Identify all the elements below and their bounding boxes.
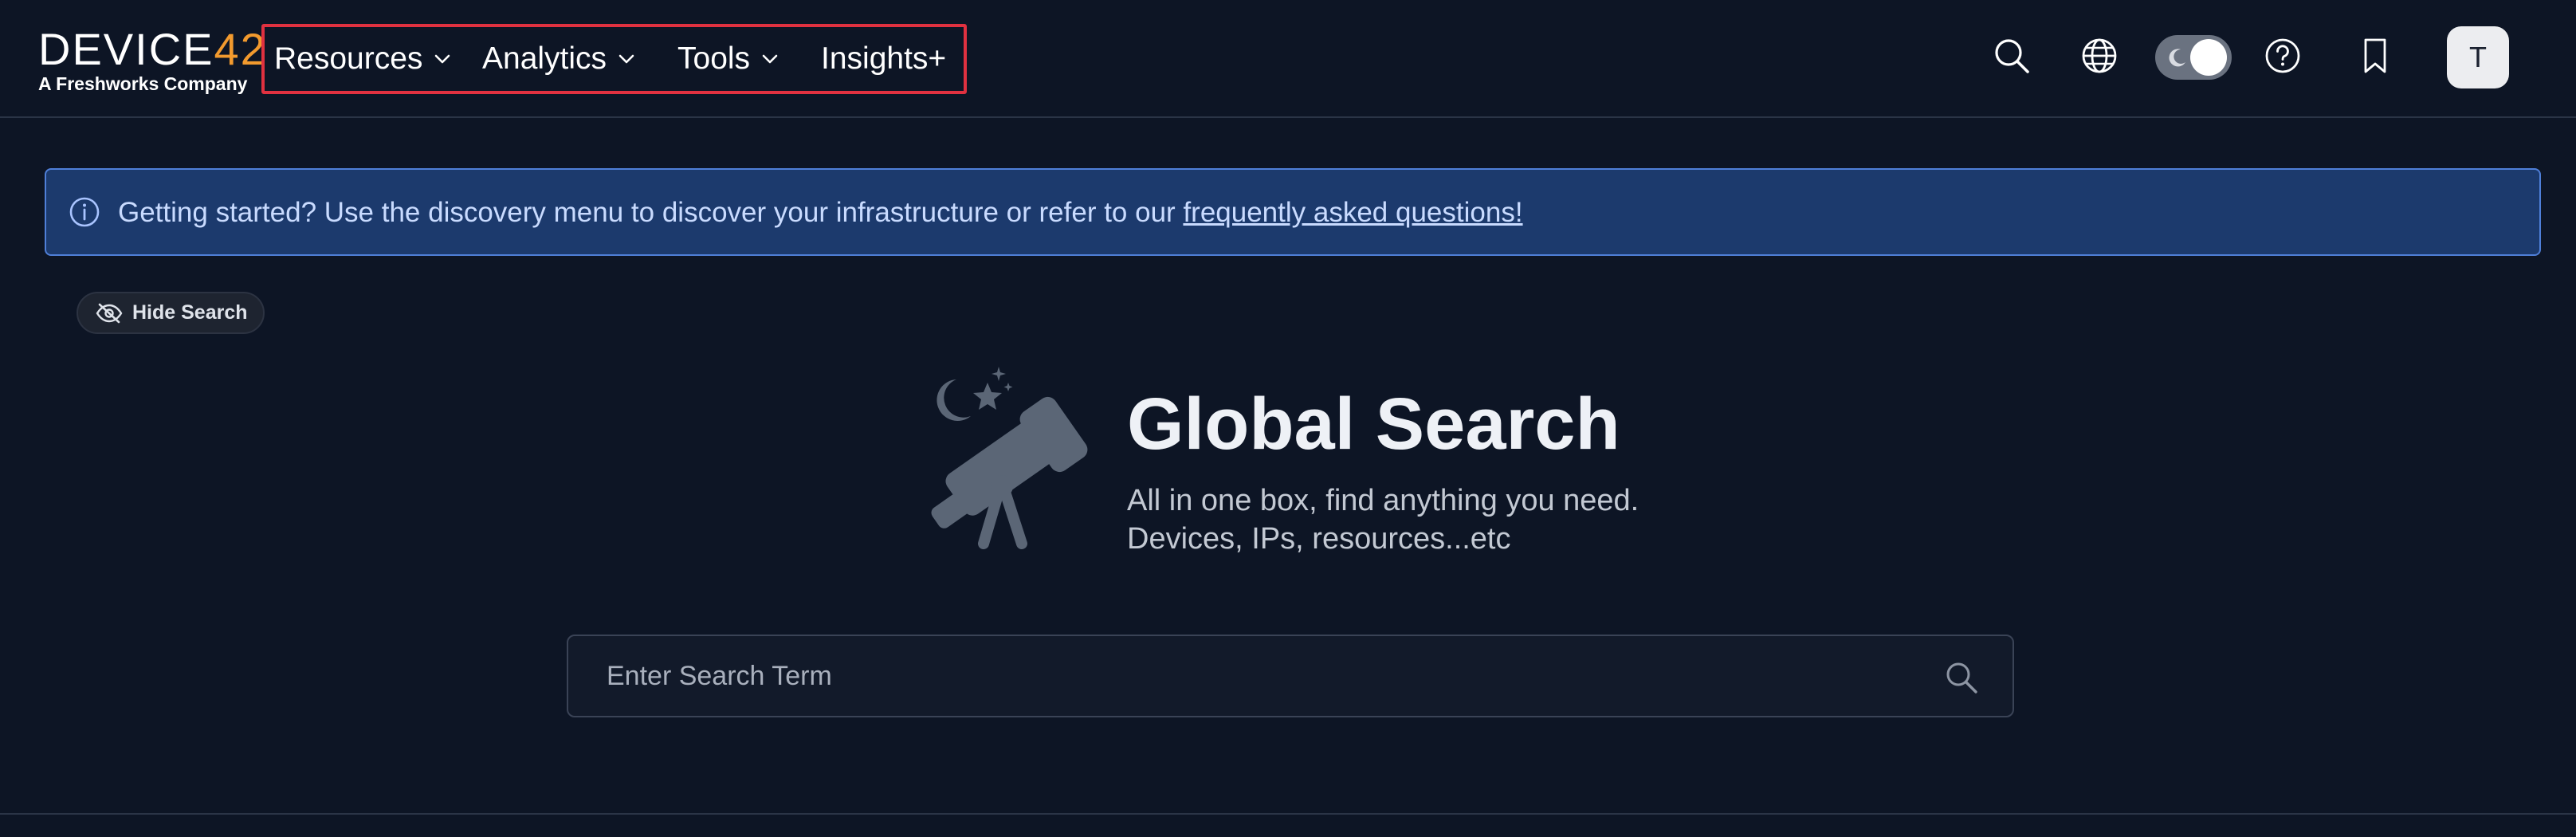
nav-item-insights[interactable]: Insights+ <box>821 27 946 91</box>
page-subtitle: All in one box, find anything you need. … <box>1127 481 1639 558</box>
eye-slash-icon <box>96 303 123 323</box>
help-icon <box>2265 38 2300 73</box>
nav-item-label: Tools <box>677 41 751 76</box>
top-navigation-bar: DEVICE42 A Freshworks Company Resources … <box>0 0 2576 118</box>
subtitle-line: Devices, IPs, resources...etc <box>1127 522 1511 556</box>
bookmark-icon <box>2364 38 2386 73</box>
search-input[interactable] <box>605 654 1912 698</box>
global-search-box <box>567 635 2014 717</box>
telescope-icon <box>931 367 1088 549</box>
header-search-button[interactable] <box>1989 33 2034 78</box>
bookmarks-button[interactable] <box>2353 33 2397 78</box>
brand-tagline: A Freshworks Company <box>38 73 248 94</box>
section-divider <box>0 813 2576 815</box>
help-button[interactable] <box>2260 33 2305 78</box>
nav-item-label: Insights+ <box>821 41 947 76</box>
page-title: Global Search <box>1127 383 1620 465</box>
nav-item-tools[interactable]: Tools <box>677 27 779 91</box>
nav-item-label: Resources <box>274 41 423 76</box>
info-icon <box>69 197 100 227</box>
search-icon <box>1946 662 1977 694</box>
faq-link[interactable]: frequently asked questions! <box>1183 197 1522 228</box>
banner-text: Getting started? Use the discovery menu … <box>118 197 1184 228</box>
chevron-down-icon <box>618 54 634 64</box>
language-button[interactable] <box>2077 33 2122 78</box>
chevron-down-icon <box>435 54 450 64</box>
subtitle-line: All in one box, find anything you need. <box>1127 484 1639 517</box>
nav-item-analytics[interactable]: Analytics <box>482 27 635 91</box>
brand-name: DEVICE42 <box>38 24 267 74</box>
globe-icon <box>2082 38 2117 73</box>
hide-search-label: Hide Search <box>132 301 248 324</box>
chevron-down-icon <box>762 54 778 64</box>
hide-search-button[interactable]: Hide Search <box>77 292 265 334</box>
search-icon <box>1995 39 2029 73</box>
theme-toggle[interactable] <box>2155 35 2232 80</box>
user-avatar[interactable]: T <box>2447 26 2509 88</box>
nav-item-resources[interactable]: Resources <box>274 27 451 91</box>
moon-icon <box>2169 49 2185 67</box>
search-submit-button[interactable] <box>1939 655 1984 700</box>
getting-started-banner: Getting started? Use the discovery menu … <box>45 168 2541 256</box>
main-nav-menu: Resources Analytics Tools Insights+ <box>261 24 967 94</box>
nav-item-label: Analytics <box>482 41 607 76</box>
brand-logo[interactable]: DEVICE42 A Freshworks Company <box>38 27 265 96</box>
banner-message: Getting started? Use the discovery menu … <box>118 195 1523 230</box>
toggle-knob <box>2190 39 2227 76</box>
